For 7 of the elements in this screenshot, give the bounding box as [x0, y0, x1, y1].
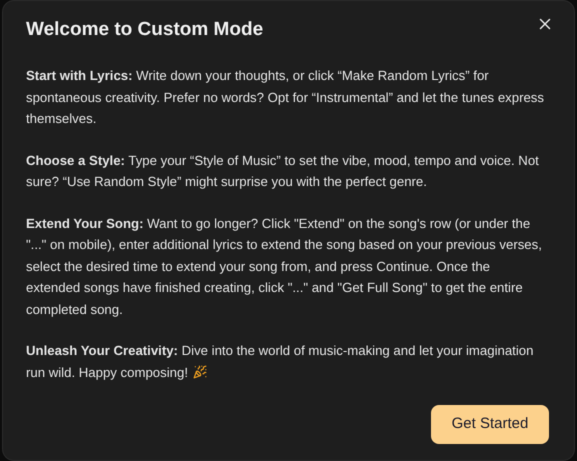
- party-popper-icon: [193, 364, 207, 378]
- instruction-paragraph: Unleash Your Creativity: Dive into the world of music-making and let your imagination run wild. Happy composing!: [26, 342, 534, 382]
- instruction-paragraph: Start with Lyrics: Write down your thoughts, or click “Make Random Lyrics” for spontaneous creativity. Prefer no words? Opt for “Instrumental” and let the tunes express themselves.: [26, 67, 545, 128]
- instruction-paragraph: Choose a Style: Type your “Style of Music” to set the vibe, mood, tempo and voice. Not sure? “Use Random Style” might surprise you with the perfect genre.: [26, 152, 540, 191]
- dialog-title: Welcome to Custom Mode: [26, 18, 264, 42]
- instruction-paragraph: Extend Your Song: Want to go longer? Click "Extend" on the song's row (or under the "..." on mobile), enter additional lyrics to extend the song based on your previous verses, select the desired time to extend your song from, and press Continue. Once the extended songs have finished creating, click "..." and "Get Full Song" to get the entire completed song.: [26, 214, 543, 319]
- get-started-button[interactable]: Get Started: [431, 405, 549, 444]
